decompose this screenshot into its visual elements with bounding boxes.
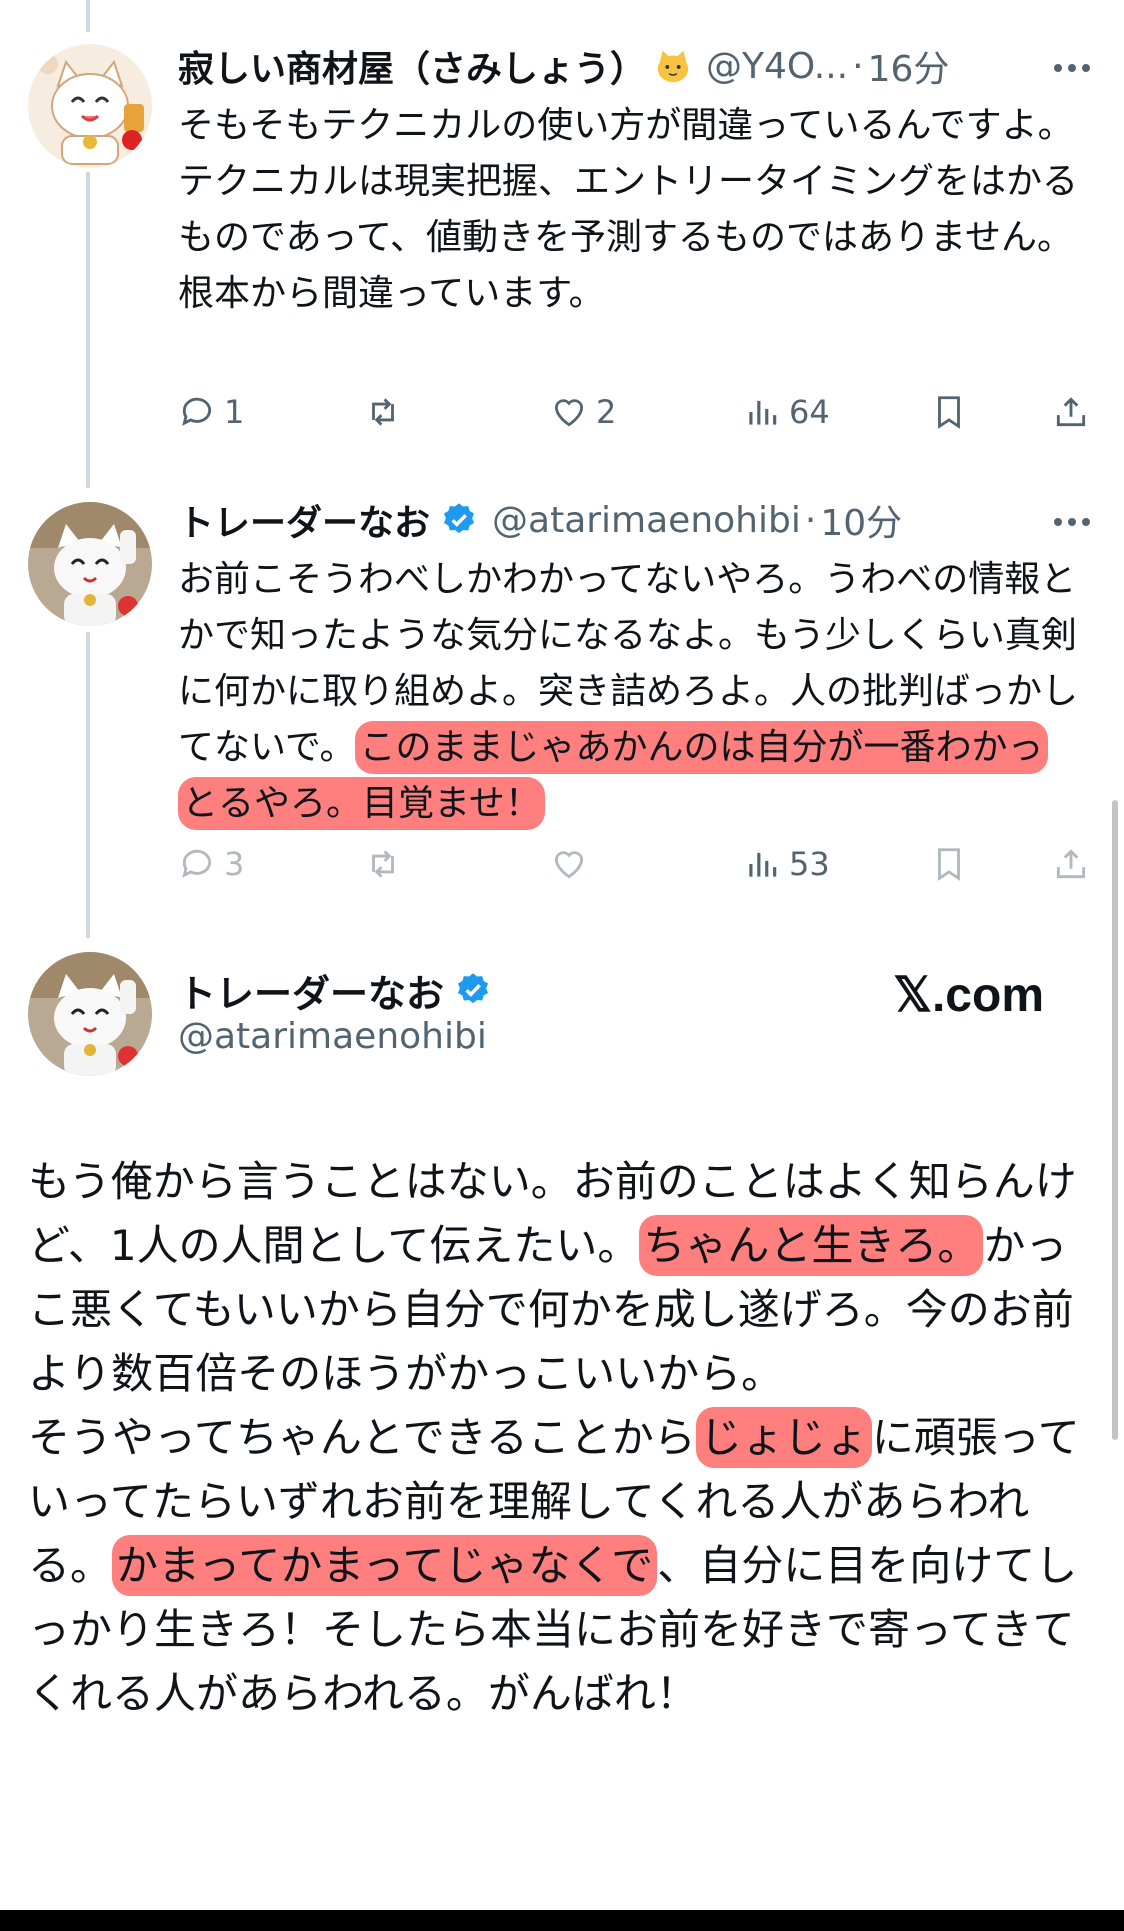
screenshot-page: 寂しい商材屋（さみしょう） @Y4O... · 16分 そもそもテクニカルの使い… [0,0,1124,1910]
tweet-1-time[interactable]: 16分 [868,40,950,92]
bookmark-button[interactable] [930,836,968,892]
views-button[interactable]: 53 [743,836,830,892]
verified-badge-icon [457,973,489,1004]
tweet-1-more-icon[interactable] [1048,48,1096,88]
tweet-1-author-name[interactable]: 寂しい商材屋（さみしょう） [178,40,646,92]
tweet-2-more-icon[interactable] [1048,502,1096,542]
maneki-neko-photo-avatar-image [28,502,152,626]
repost-icon [372,398,394,426]
share-icon [1056,849,1086,879]
tweet-2-time[interactable]: 10分 [820,494,902,546]
tweet-1-text: そもそもテクニカルの使い方が間違っているんですよ。 テクニカルは現実把握、エント… [178,105,1079,314]
quote-header: トレーダーなお [178,962,492,1018]
share-button[interactable] [1052,836,1090,892]
share-button[interactable] [1052,384,1090,440]
views-chart-icon [749,400,777,425]
repost-button[interactable] [364,384,410,440]
bookmark-icon [938,848,960,881]
quote-author-name[interactable]: トレーダーなお [178,963,444,1018]
tweet-1-actions: 1 2 64 [178,384,1098,440]
like-count: 2 [596,393,617,431]
quote-text: もう俺から言うことはない。お前のことはよく知らんけど、1人の人間として伝えたい。… [28,1150,1098,1726]
heart-icon [554,399,584,427]
quote-avatar[interactable] [28,952,152,1076]
views-count: 64 [789,393,830,431]
tweet-2-header: トレーダーなお @atarimaenohibi · 10分 [178,492,902,548]
repost-icon [372,850,394,878]
reply-button[interactable]: 3 [178,836,244,892]
share-icon [1056,397,1086,427]
tweet-2-separator: · [804,499,817,541]
tweet-1-handle[interactable]: @Y4O... [706,46,848,87]
reply-icon [182,849,212,878]
like-button[interactable]: 2 [550,384,616,440]
views-count: 53 [789,845,830,883]
views-chart-icon [749,852,777,877]
tweet-2-actions: 3 53 [178,836,1098,892]
reply-button[interactable]: 1 [178,384,244,440]
thread-line-2 [86,632,90,938]
like-button[interactable] [550,836,588,892]
quote-text-highlight: ちゃんと生きろ。 [639,1215,984,1276]
tweet-2-author-name[interactable]: トレーダーなお [178,494,430,546]
tweet-1-separator: · [852,45,864,87]
quote-text-highlight: かまってかまってじゃなくで [112,1535,658,1596]
views-button[interactable]: 64 [743,384,830,440]
quote-text-highlight: じょじょ [695,1407,872,1468]
tweet-1-header: 寂しい商材屋（さみしょう） @Y4O... · 16分 [178,38,949,94]
x-com-logo: 𝕏.com [893,969,1044,1022]
scrollbar[interactable] [1112,800,1118,1440]
bookmark-icon [938,396,960,429]
maneki-neko-avatar-image [28,44,152,168]
reply-count: 1 [224,393,245,431]
maneki-neko-photo-avatar-image [28,952,152,1076]
verified-badge-icon [443,503,475,534]
avatar-trader-nao[interactable] [28,502,152,626]
avatar-samisho[interactable] [28,44,152,168]
heart-icon [554,851,584,879]
quote-handle[interactable]: @atarimaenohibi [178,1016,487,1057]
thread-line-1 [86,172,90,488]
cat-face-icon [657,50,689,83]
tweet-2-handle[interactable]: @atarimaenohibi [492,500,801,541]
bookmark-button[interactable] [930,384,968,440]
reply-count: 3 [224,845,245,883]
reply-icon [182,397,212,426]
thread-line-top [86,0,90,32]
tweet-2-text: お前こそうわべしかわかってないやろ。うわべの情報とかで知ったような気分になるなよ… [178,552,1078,832]
repost-button[interactable] [364,836,402,892]
